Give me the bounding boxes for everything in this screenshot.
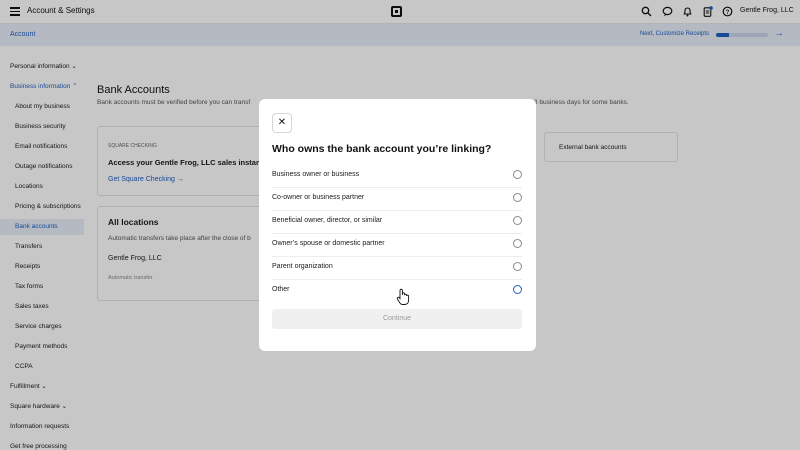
option-label: Business owner or business [272,171,360,178]
dialog-title: Who owns the bank account you’re linking… [272,143,492,155]
option-label: Other [272,286,290,293]
radio-button[interactable] [513,239,522,248]
option-spouse-partner[interactable]: Owner’s spouse or domestic partner [272,234,522,257]
option-label: Beneficial owner, director, or similar [272,217,383,224]
option-parent-organization[interactable]: Parent organization [272,257,522,280]
option-label: Owner’s spouse or domestic partner [272,240,385,247]
radio-button[interactable] [513,262,522,271]
option-label: Parent organization [272,263,333,270]
radio-button[interactable] [513,216,522,225]
hand-cursor-icon [396,288,410,306]
continue-button[interactable]: Continue [272,309,522,329]
close-icon: ✕ [277,117,287,128]
option-co-owner[interactable]: Co-owner or business partner [272,188,522,211]
close-button[interactable]: ✕ [272,113,292,133]
radio-button[interactable] [513,170,522,179]
option-business-owner[interactable]: Business owner or business [272,165,522,188]
option-beneficial-owner[interactable]: Beneficial owner, director, or similar [272,211,522,234]
bank-owner-dialog: ✕ Who owns the bank account you’re linki… [259,99,536,351]
radio-button[interactable] [513,285,522,294]
option-label: Co-owner or business partner [272,194,365,201]
radio-button[interactable] [513,193,522,202]
